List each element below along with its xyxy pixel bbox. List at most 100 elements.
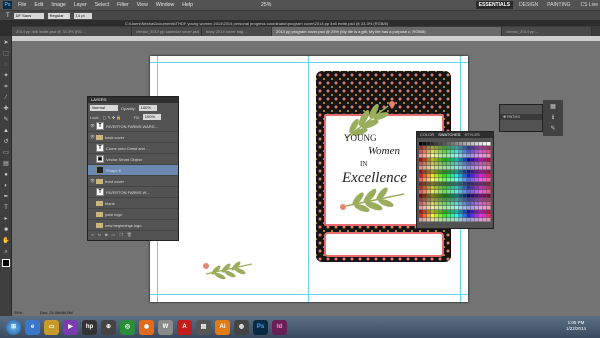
swatch[interactable] bbox=[463, 206, 467, 210]
swatch[interactable] bbox=[435, 198, 439, 202]
swatch[interactable] bbox=[483, 210, 487, 214]
swatch[interactable] bbox=[467, 162, 471, 166]
swatch[interactable] bbox=[439, 154, 443, 158]
swatch[interactable] bbox=[439, 178, 443, 182]
workspace-essentials[interactable]: ESSENTIALS bbox=[475, 1, 514, 9]
swatch[interactable] bbox=[435, 218, 439, 222]
swatch[interactable] bbox=[459, 206, 463, 210]
swatch[interactable] bbox=[487, 166, 491, 170]
swatch[interactable] bbox=[455, 218, 459, 222]
swatch[interactable] bbox=[455, 174, 459, 178]
swatch[interactable] bbox=[479, 162, 483, 166]
swatch[interactable] bbox=[483, 142, 487, 146]
swatch[interactable] bbox=[431, 150, 435, 154]
magic-wand-icon[interactable]: ✦ bbox=[2, 72, 10, 80]
font-size-field[interactable]: 14 pt bbox=[73, 12, 92, 19]
swatch[interactable] bbox=[467, 218, 471, 222]
swatch[interactable] bbox=[487, 170, 491, 174]
swatch[interactable] bbox=[451, 158, 455, 162]
swatch[interactable] bbox=[431, 174, 435, 178]
swatch[interactable] bbox=[443, 146, 447, 150]
swatch[interactable] bbox=[475, 142, 479, 146]
horizontal-ruler[interactable] bbox=[12, 36, 600, 41]
shape-tool-icon[interactable]: ■ bbox=[2, 226, 10, 234]
system-clock[interactable]: 1:05 PM 1/22/2014 bbox=[566, 320, 586, 332]
workspace-design[interactable]: DESIGN bbox=[516, 1, 541, 9]
swatch-grid[interactable] bbox=[419, 142, 491, 224]
swatch[interactable] bbox=[467, 142, 471, 146]
swatch[interactable] bbox=[423, 142, 427, 146]
swatch[interactable] bbox=[471, 158, 475, 162]
swatch[interactable] bbox=[455, 194, 459, 198]
swatch[interactable] bbox=[431, 170, 435, 174]
zoom-level[interactable]: 25% bbox=[261, 2, 271, 8]
swatch[interactable] bbox=[419, 146, 423, 150]
swatch[interactable] bbox=[479, 178, 483, 182]
lock-icons[interactable]: ▢ ✎ ✥ 🔒 bbox=[103, 115, 131, 120]
swatch[interactable] bbox=[419, 194, 423, 198]
swatch[interactable] bbox=[447, 186, 451, 190]
media-player-icon[interactable]: ▶ bbox=[63, 319, 78, 335]
swatch[interactable] bbox=[443, 150, 447, 154]
swatch[interactable] bbox=[443, 162, 447, 166]
stamp-tool-icon[interactable]: ▲ bbox=[2, 127, 10, 135]
swatch[interactable] bbox=[471, 198, 475, 202]
swatch[interactable] bbox=[427, 154, 431, 158]
swatch[interactable] bbox=[487, 206, 491, 210]
healing-brush-icon[interactable]: ✚ bbox=[2, 105, 10, 113]
swatch[interactable] bbox=[479, 158, 483, 162]
swatch[interactable] bbox=[419, 186, 423, 190]
swatch[interactable] bbox=[419, 166, 423, 170]
tab-color[interactable]: COLOR bbox=[420, 132, 434, 138]
swatch[interactable] bbox=[479, 210, 483, 214]
menu-layer[interactable]: Layer bbox=[74, 2, 87, 8]
swatch[interactable] bbox=[479, 174, 483, 178]
swatch[interactable] bbox=[431, 158, 435, 162]
swatch[interactable] bbox=[419, 154, 423, 158]
swatch[interactable] bbox=[439, 182, 443, 186]
swatch[interactable] bbox=[431, 146, 435, 150]
swatch[interactable] bbox=[427, 194, 431, 198]
swatch[interactable] bbox=[455, 166, 459, 170]
swatch[interactable] bbox=[451, 210, 455, 214]
swatch[interactable] bbox=[467, 158, 471, 162]
swatch[interactable] bbox=[447, 146, 451, 150]
swatch[interactable] bbox=[463, 198, 467, 202]
swatch[interactable] bbox=[483, 158, 487, 162]
swatch[interactable] bbox=[479, 150, 483, 154]
color-swatch-icon[interactable] bbox=[2, 259, 10, 267]
swatch[interactable] bbox=[439, 210, 443, 214]
swatch[interactable] bbox=[447, 154, 451, 158]
swatch[interactable] bbox=[427, 174, 431, 178]
swatch[interactable] bbox=[419, 210, 423, 214]
swatch[interactable] bbox=[479, 214, 483, 218]
swatch[interactable] bbox=[483, 218, 487, 222]
swatch[interactable] bbox=[483, 154, 487, 158]
swatch[interactable] bbox=[487, 198, 491, 202]
swatch[interactable] bbox=[451, 178, 455, 182]
pen-tool-icon[interactable]: ✒ bbox=[2, 193, 10, 201]
swatch[interactable] bbox=[419, 158, 423, 162]
swatch[interactable] bbox=[423, 178, 427, 182]
swatch[interactable] bbox=[483, 206, 487, 210]
swatch[interactable] bbox=[487, 178, 491, 182]
swatch[interactable] bbox=[431, 162, 435, 166]
swatch[interactable] bbox=[483, 202, 487, 206]
swatch[interactable] bbox=[463, 214, 467, 218]
eyedropper-icon[interactable]: ⁄ bbox=[2, 94, 10, 102]
eye-icon[interactable]: 👁 bbox=[90, 179, 95, 183]
swatch[interactable] bbox=[447, 198, 451, 202]
swatch[interactable] bbox=[475, 162, 479, 166]
eraser-icon[interactable]: ▭ bbox=[2, 149, 10, 157]
swatch[interactable] bbox=[483, 150, 487, 154]
swatch[interactable] bbox=[447, 170, 451, 174]
swatch[interactable] bbox=[475, 170, 479, 174]
swatch[interactable] bbox=[435, 202, 439, 206]
swatch[interactable] bbox=[463, 158, 467, 162]
swatch[interactable] bbox=[455, 162, 459, 166]
swatch[interactable] bbox=[431, 166, 435, 170]
swatch[interactable] bbox=[443, 190, 447, 194]
swatch[interactable] bbox=[435, 150, 439, 154]
swatch[interactable] bbox=[479, 166, 483, 170]
swatch[interactable] bbox=[479, 206, 483, 210]
